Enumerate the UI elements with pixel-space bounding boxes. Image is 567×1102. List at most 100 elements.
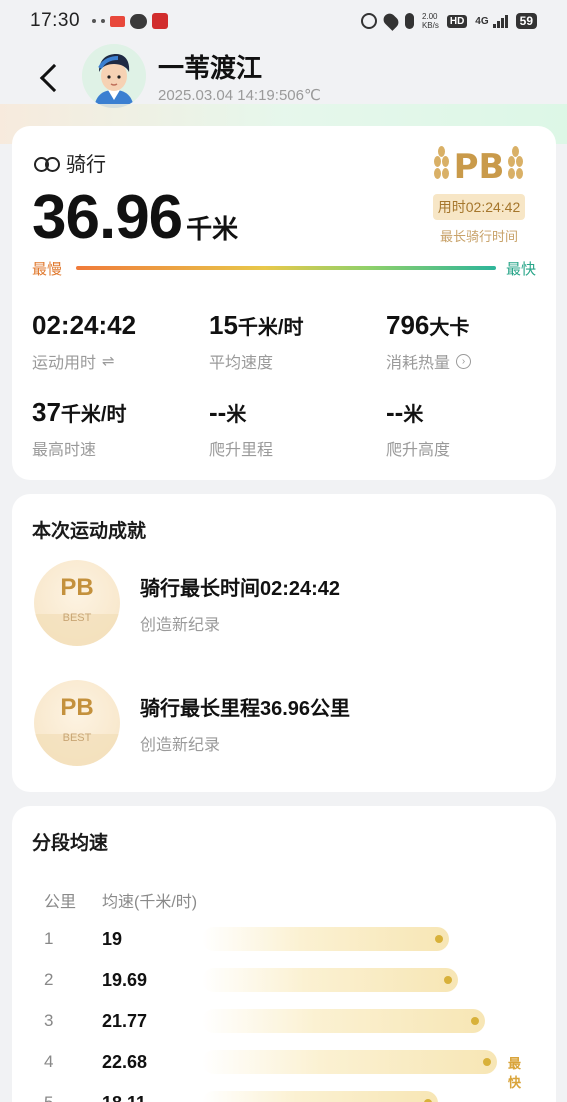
pb-best-badge-icon: PB BEST (34, 560, 120, 646)
stat-duration[interactable]: 02:24:42 运动用时 ⇌ (32, 310, 209, 373)
split-bar (202, 1091, 438, 1102)
laurel-right-icon (508, 146, 524, 188)
achievement-title: 骑行最长里程36.96公里 (140, 697, 351, 720)
avatar[interactable] (82, 44, 146, 108)
battery-icon: 59 (515, 13, 537, 29)
badge-sub: BEST (62, 612, 92, 624)
activity-datetime: 2025.03.04 14:19:506℃ (158, 87, 321, 104)
alarm-icon (360, 13, 377, 29)
split-bar-track (202, 1009, 502, 1033)
status-right: 2.00 KB/s HD 4G 59 (360, 11, 537, 31)
dot-icon (101, 19, 106, 23)
split-row: 1 19 (44, 924, 544, 954)
split-row: 4 22.68 最快 (44, 1047, 544, 1090)
split-bar-dot (435, 935, 443, 943)
notification-icons (92, 13, 169, 29)
split-row: 3 21.77 (44, 1006, 544, 1036)
pb-badge: PB (453, 147, 505, 187)
stat-value: 37 (32, 397, 61, 427)
stat-unit: 千米/时 (237, 317, 304, 339)
stat-max-speed: 37千米/时 最高时速 (32, 397, 209, 460)
split-speed: 21.77 (102, 1010, 148, 1031)
chat-icon (130, 13, 148, 29)
fastest-tag: 最快 (508, 1056, 522, 1090)
pb-caption: 最长骑行时间 (439, 229, 518, 244)
stat-label: 平均速度 (209, 355, 274, 372)
split-speed: 19.69 (102, 969, 148, 990)
net-speed: 2.00 KB/s (422, 12, 439, 30)
achievements-card: 本次运动成就 PB BEST 骑行最长时间02:24:42 创造新纪录 PB B… (12, 494, 556, 792)
news-app-icon (110, 15, 126, 27)
back-button[interactable] (36, 58, 69, 98)
pb-best-badge-icon: PB BEST (34, 680, 120, 766)
split-speed: 18.11 (102, 1093, 202, 1102)
split-bar-track (202, 968, 502, 992)
achievement-subtitle: 创造新纪录 (140, 616, 221, 634)
stat-value: -- (386, 397, 404, 427)
dot-icon (92, 19, 97, 23)
location-icon (381, 11, 401, 31)
stat-value: 15 (209, 310, 238, 340)
speed-gradient-track (76, 266, 496, 270)
section-title: 分段均速 (32, 833, 109, 854)
sport-type: 骑行 (34, 148, 106, 177)
split-bar (202, 927, 449, 951)
red-app-icon (152, 13, 169, 29)
net-speed-value: 2.00 (421, 12, 438, 21)
pb-crest: PB (422, 144, 536, 190)
pb-record[interactable]: PB 用时02:24:42 最长骑行时间 (422, 144, 536, 245)
stat-unit: 千米/时 (60, 404, 127, 426)
stats-grid: 02:24:42 运动用时 ⇌ 15千米/时 平均速度 796大卡 消耗热量 › 3… (32, 310, 542, 460)
split-table-header: 公里 均速(千米/时) (44, 888, 197, 912)
fastest-label: 最快 (505, 260, 536, 278)
chevron-left-icon (39, 63, 69, 93)
stat-calories[interactable]: 796大卡 消耗热量 › (386, 310, 542, 373)
net-speed-unit: KB/s (421, 21, 439, 30)
achievement-item[interactable]: PB BEST 骑行最长时间02:24:42 创造新纪录 (34, 558, 534, 648)
split-bar-dot (483, 1058, 491, 1066)
split-km: 3 (44, 1011, 54, 1030)
split-bar-track (202, 1091, 502, 1102)
swap-icon[interactable]: ⇌ (102, 352, 115, 370)
stat-value: 796 (386, 310, 430, 340)
stat-climb-distance: --米 爬升里程 (209, 397, 386, 460)
status-bar: 17:30 2.00 KB/s HD 4G 59 (0, 0, 567, 42)
total-distance: 36.96 千米 (32, 182, 238, 253)
stat-climb-height: --米 爬升高度 (386, 397, 542, 460)
laurel-left-icon (433, 146, 450, 188)
split-km: 4 (44, 1052, 54, 1071)
badge-text: PB (60, 574, 94, 601)
split-km: 1 (44, 929, 54, 948)
stat-avg-speed: 15千米/时 平均速度 (209, 310, 386, 373)
split-row: 518.11 (44, 1088, 544, 1102)
slowest-label: 最慢 (32, 260, 63, 278)
stat-label: 爬升里程 (209, 442, 274, 459)
section-title: 本次运动成就 (32, 521, 147, 542)
split-row: 2 19.69 (44, 965, 544, 995)
avatar-illustration-icon (82, 44, 146, 108)
split-speed-card: 分段均速 公里 均速(千米/时) 1 19 2 19.69 3 21.77 4 22.68 最快… (12, 806, 556, 1102)
column-km: 公里 (44, 894, 77, 911)
hd-icon: HD (446, 14, 468, 28)
split-bar-track: 最快 (202, 1050, 521, 1090)
bicycle-icon (34, 154, 60, 172)
split-bar (202, 968, 458, 992)
split-km: 2 (44, 970, 54, 989)
column-speed: 均速(千米/时) (102, 894, 198, 911)
signal-icon (492, 14, 508, 28)
stat-label: 运动用时 (32, 355, 97, 372)
stat-label: 爬升高度 (386, 442, 451, 459)
achievement-subtitle: 创造新纪录 (140, 736, 221, 754)
achievement-item[interactable]: PB BEST 骑行最长里程36.96公里 创造新纪录 (34, 678, 534, 768)
split-bar-track (202, 927, 502, 951)
speed-gradient-bar: 最慢 最快 (32, 258, 536, 278)
badge-text: PB (60, 694, 94, 721)
achievement-title: 骑行最长时间02:24:42 (140, 577, 341, 600)
badge-sub: BEST (62, 732, 92, 744)
split-bar (202, 1009, 485, 1033)
distance-unit: 千米 (186, 214, 239, 244)
stat-label: 最高时速 (32, 442, 97, 459)
split-speed: 19 (102, 928, 123, 949)
chevron-right-circle-icon[interactable]: › (456, 353, 472, 369)
network-type: 4G (475, 15, 489, 27)
